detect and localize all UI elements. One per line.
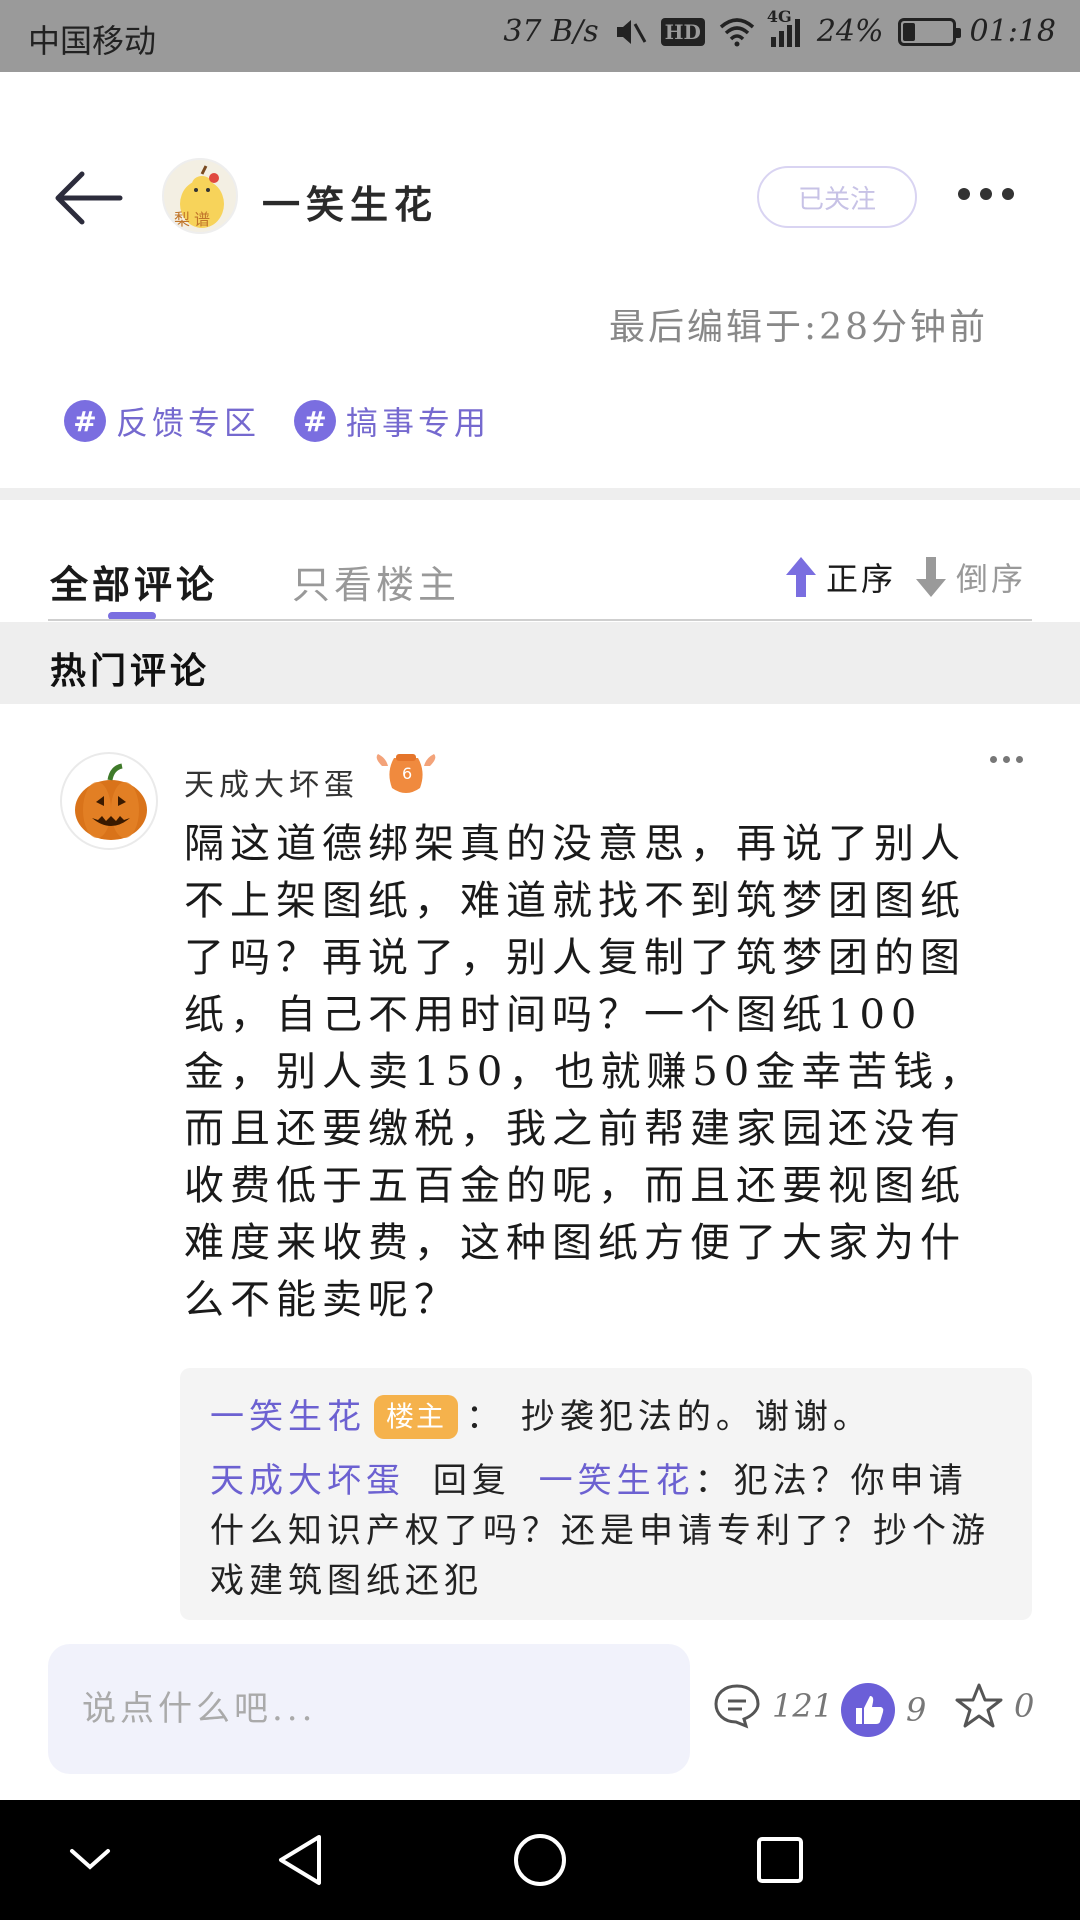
nav-collapse-button[interactable] [58, 1828, 122, 1892]
net-speed: 37 B/s [503, 14, 599, 49]
comment-icon [714, 1684, 760, 1729]
battery-icon [897, 17, 961, 46]
dot [1016, 756, 1023, 763]
triangle-back-icon [279, 1835, 321, 1885]
tag-fun[interactable]: # 搞事专用 [294, 398, 490, 444]
like-button[interactable]: 9 [840, 1682, 926, 1738]
author-name[interactable]: 一笑生花 [262, 174, 438, 229]
follow-button[interactable]: 已关注 [757, 166, 917, 228]
reply-separator: ： [694, 1461, 734, 1501]
reply-item[interactable]: 天成大坏蛋 回复 一笑生花：犯法？你申请什么知识产权了吗？还是申请专利了？抄个游… [210, 1456, 1002, 1606]
comment-more-icon[interactable] [990, 756, 1023, 763]
comment-body: 隔这道德绑架真的没意思，再说了别人不上架图纸，难道就找不到筑梦团图纸了吗？再说了… [184, 821, 986, 1323]
mute-icon [613, 16, 647, 48]
chevron-down-icon [70, 1849, 110, 1870]
tag-label: 搞事专用 [346, 404, 491, 442]
reply-target[interactable]: 一笑生花 [539, 1461, 695, 1501]
nav-recents-button[interactable] [748, 1828, 812, 1892]
hashtag-icon: # [294, 400, 336, 442]
back-arrow-icon [55, 171, 123, 225]
sort-desc-label: 倒序 [956, 560, 1027, 598]
sort-asc-label: 正序 [826, 560, 897, 598]
tag-feedback[interactable]: # 反馈专区 [64, 398, 260, 444]
system-nav-bar [0, 1800, 1080, 1920]
commenter-name[interactable]: 天成大坏蛋 [184, 760, 359, 804]
favorite-button[interactable]: 0 [954, 1682, 1034, 1730]
reply-separator: ： [466, 1397, 506, 1437]
sort-ascending-button[interactable]: 正序 [784, 554, 896, 600]
hot-comments-title: 热门评论 [50, 650, 211, 692]
square-recents-icon [757, 1837, 803, 1883]
tab-all-comments[interactable]: 全部评论 [50, 554, 218, 609]
wifi-icon [719, 17, 755, 47]
thumbs-up-icon [841, 1683, 895, 1737]
commenter-avatar[interactable] [60, 752, 158, 850]
dot [958, 188, 970, 200]
reply-word: 回复 [432, 1461, 511, 1501]
comment-input-container[interactable] [48, 1644, 690, 1774]
reply-author[interactable]: 天成大坏蛋 [210, 1461, 405, 1501]
battery-percent: 24% [816, 14, 884, 49]
section-divider [0, 488, 1080, 500]
star-count: 0 [1014, 1687, 1035, 1725]
battery-fill [902, 22, 915, 41]
nav-back-button[interactable] [268, 1828, 332, 1892]
dot [1002, 188, 1014, 200]
clock: 01:18 [969, 14, 1056, 49]
replies-box[interactable]: 一笑生花 楼主： 抄袭犯法的。谢谢。 天成大坏蛋 回复 一笑生花：犯法？你申请什么… [180, 1368, 1032, 1620]
back-button[interactable] [52, 168, 124, 228]
signal-icon: 4G [767, 7, 803, 47]
reply-item[interactable]: 一笑生花 楼主： 抄袭犯法的。谢谢。 [210, 1392, 1002, 1442]
level-number: 6 [402, 764, 413, 783]
status-bar: 中国移动 37 B/s HD 4G 24% 01:18 [0, 0, 1080, 72]
like-count: 9 [906, 1691, 927, 1729]
reply-text: 抄袭犯法的。谢谢。 [520, 1397, 872, 1437]
hd-icon: HD [660, 17, 705, 46]
dot [980, 188, 992, 200]
network-type: 4G [766, 6, 792, 26]
arrow-down-icon [916, 557, 946, 597]
tab-author-only[interactable]: 只看楼主 [292, 554, 460, 609]
comment-input[interactable] [82, 1644, 672, 1774]
comment-count: 121 [772, 1687, 834, 1725]
avatar-text: 梨谱 [174, 210, 215, 229]
owner-badge: 楼主 [374, 1395, 459, 1439]
nav-home-button[interactable] [508, 1828, 572, 1892]
carrier-label: 中国移动 [28, 22, 157, 60]
comments-button[interactable]: 121 [712, 1682, 833, 1730]
tag-label: 反馈专区 [116, 404, 261, 442]
star-icon [955, 1683, 1003, 1728]
arrow-up-icon [786, 557, 816, 597]
sort-descending-button[interactable]: 倒序 [914, 554, 1026, 600]
level-badge: 6 [374, 748, 438, 800]
dot [990, 756, 997, 763]
last-edited-text: 最后编辑于:28分钟前 [609, 307, 988, 348]
author-avatar[interactable]: 梨谱 [162, 158, 238, 234]
tabs-divider [48, 619, 1032, 621]
hashtag-icon: # [64, 400, 106, 442]
circle-home-icon [514, 1834, 566, 1886]
pumpkin-icon [75, 763, 147, 840]
more-options-icon[interactable] [958, 188, 1014, 200]
status-icons: 37 B/s HD 4G 24% 01:18 [503, 7, 1056, 50]
reply-author[interactable]: 一笑生花 [210, 1397, 366, 1437]
dot [1003, 756, 1010, 763]
